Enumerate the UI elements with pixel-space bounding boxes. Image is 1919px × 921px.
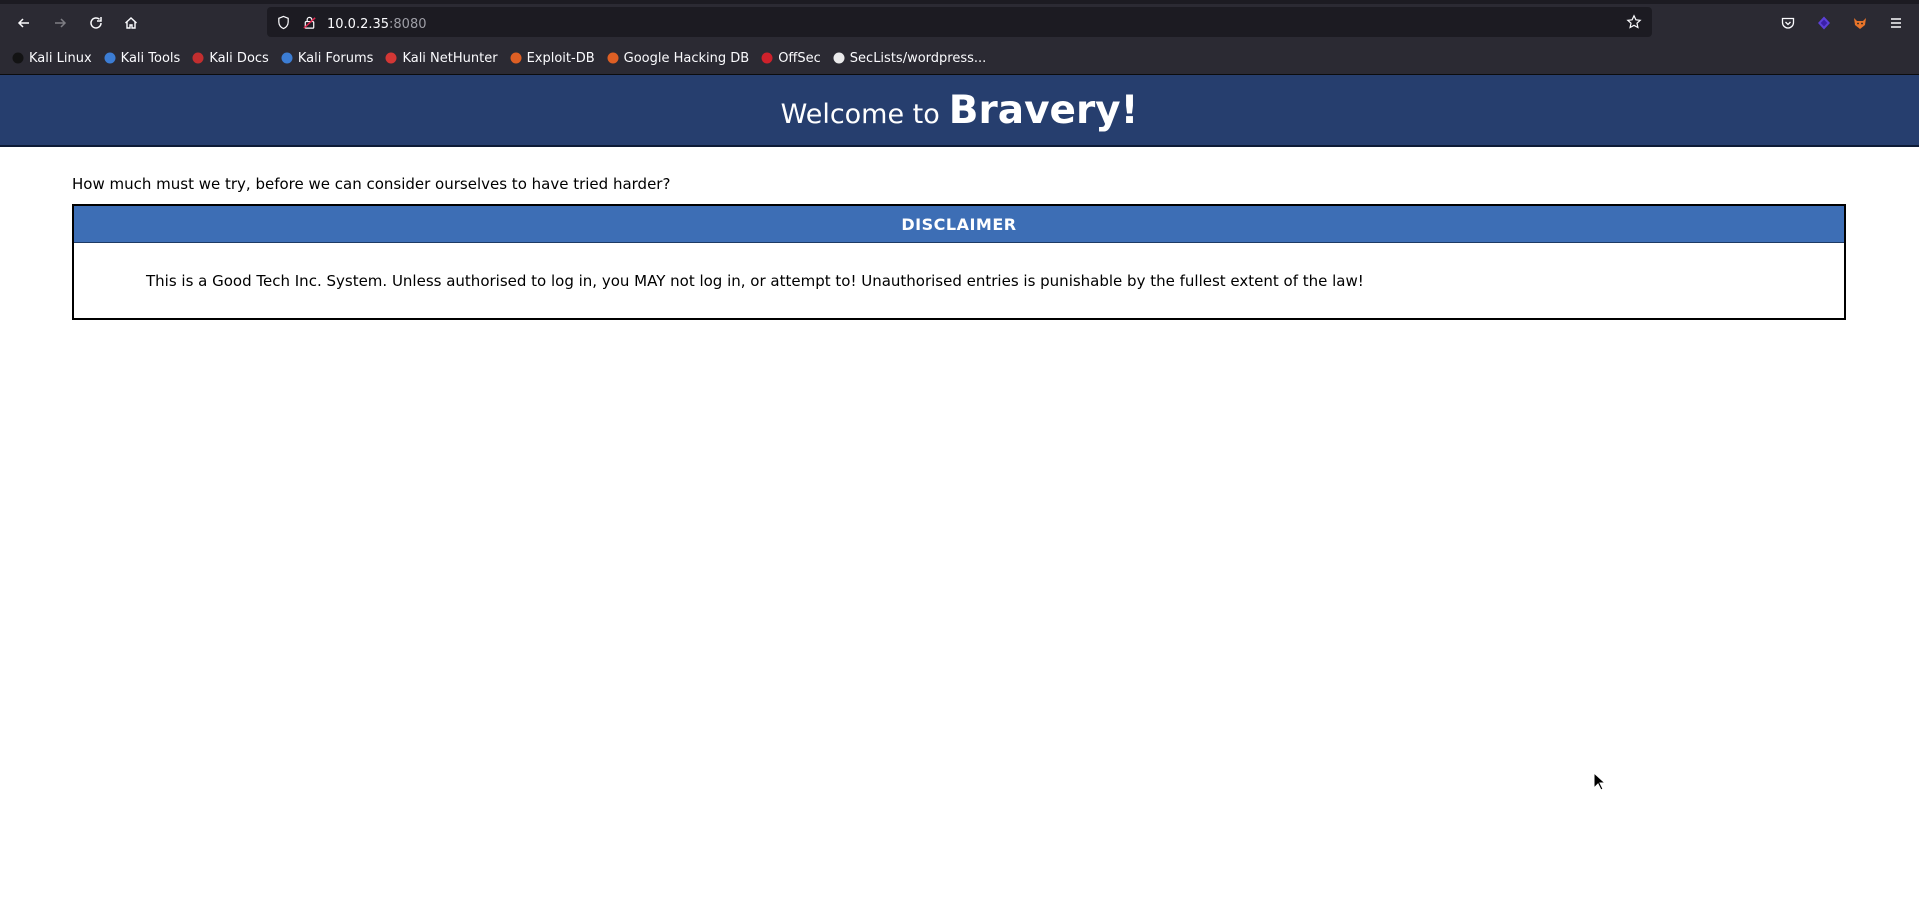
toolbar-right-actions: [1775, 4, 1919, 42]
back-arrow-icon: [17, 18, 29, 28]
disclaimer-box: DISCLAIMER This is a Good Tech Inc. Syst…: [72, 204, 1846, 320]
insecure-lock-icon[interactable]: [301, 14, 317, 30]
reload-button[interactable]: [83, 10, 109, 36]
header-welcome-text: Welcome to: [780, 98, 940, 130]
bookmark-star-icon[interactable]: [1626, 14, 1642, 30]
bookmark-item[interactable]: Kali Tools: [103, 50, 181, 66]
bookmark-label: Kali Linux: [29, 50, 92, 66]
tracking-protection-shield-icon[interactable]: [275, 14, 291, 30]
header-brand-title: Bravery!: [948, 87, 1139, 133]
address-bar[interactable]: 10.0.2.35:8080: [267, 7, 1652, 37]
tagline-text: How much must we try, before we can cons…: [72, 175, 671, 193]
bookmark-label: Google Hacking DB: [623, 50, 750, 66]
google-hacking-db-icon: [606, 51, 620, 65]
extension-button[interactable]: [1811, 10, 1837, 36]
bookmark-item[interactable]: Kali Docs: [191, 51, 269, 66]
disclaimer-text: This is a Good Tech Inc. System. Unless …: [146, 271, 1364, 290]
kali-forums-icon: [280, 51, 294, 65]
exploit-db-icon: [509, 51, 523, 65]
extension-purple-icon: [1818, 16, 1830, 30]
bookmark-item[interactable]: Google Hacking DB: [606, 50, 750, 66]
bookmark-item[interactable]: Kali Linux: [11, 51, 92, 66]
app-menu-button[interactable]: [1883, 10, 1909, 36]
page-content: How much must we try, before we can cons…: [0, 147, 1919, 320]
kali-nethunter-icon: [384, 51, 398, 65]
pocket-button[interactable]: [1775, 10, 1801, 36]
back-button[interactable]: [11, 10, 37, 36]
bookmark-item[interactable]: Exploit-DB: [509, 51, 595, 66]
bookmark-label: Kali NetHunter: [402, 50, 498, 66]
mouse-cursor-icon: [1593, 772, 1607, 791]
home-icon: [125, 17, 137, 29]
pocket-icon: [1781, 17, 1795, 29]
kali-docs-icon: [191, 51, 205, 65]
url-host: 10.0.2.35: [327, 16, 390, 32]
home-button[interactable]: [118, 10, 144, 36]
bookmark-label: Exploit-DB: [526, 50, 595, 66]
bookmark-item[interactable]: SecLists/wordpress...: [832, 51, 986, 66]
reload-icon: [90, 17, 102, 29]
bookmark-label: Kali Docs: [209, 50, 269, 66]
forward-button[interactable]: [47, 10, 73, 36]
bookmark-item[interactable]: OffSec: [760, 51, 821, 66]
fox-extension-icon: [1854, 18, 1866, 29]
url-port: :8080: [389, 16, 427, 32]
kali-tools-icon: [103, 51, 117, 65]
url-text[interactable]: 10.0.2.35:8080: [327, 13, 427, 32]
bookmark-label: Kali Tools: [120, 50, 181, 66]
bookmark-item[interactable]: Kali NetHunter: [384, 50, 498, 66]
site-header: Welcome to Bravery!: [0, 75, 1919, 147]
disclaimer-title: DISCLAIMER: [74, 206, 1844, 243]
github-icon: [832, 51, 846, 65]
bookmark-item[interactable]: Kali Forums: [280, 50, 374, 66]
hamburger-menu-icon: [1891, 18, 1901, 28]
foxyproxy-button[interactable]: [1847, 10, 1873, 36]
browser-toolbar: 10.0.2.35:8080: [0, 4, 1919, 42]
bookmarks-toolbar: Kali Linux Kali Tools Kali Docs Kali Forums…: [0, 42, 1919, 75]
offsec-icon: [760, 51, 774, 65]
bookmark-label: SecLists/wordpress...: [849, 50, 987, 66]
bookmark-label: OffSec: [778, 50, 821, 66]
bookmark-label: Kali Forums: [297, 50, 374, 66]
forward-arrow-icon: [55, 18, 67, 28]
kali-linux-icon: [11, 51, 25, 65]
